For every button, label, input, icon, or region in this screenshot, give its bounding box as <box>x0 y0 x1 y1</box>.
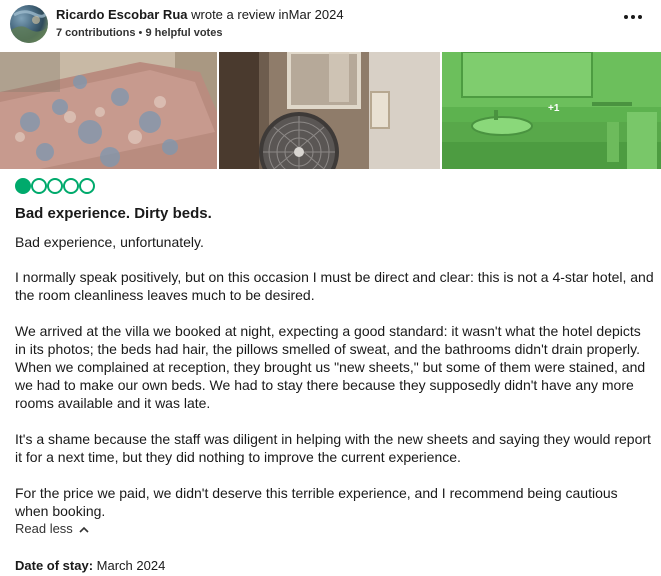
review-paragraph-4: It's a shame because the staff was dilig… <box>15 431 651 465</box>
helpful-votes-count: 9 helpful votes <box>145 27 223 39</box>
review-title: Bad experience. Dirty beds. <box>15 205 212 222</box>
rating-bubble-empty <box>63 178 79 194</box>
read-less-label: Read less <box>15 521 73 536</box>
review-paragraph-5: For the price we paid, we didn't deserve… <box>15 485 618 519</box>
date-of-stay-label: Date of stay: <box>15 558 94 573</box>
more-options-button[interactable] <box>622 8 644 26</box>
photo-fan[interactable] <box>219 52 440 169</box>
rating-bubble-empty <box>31 178 47 194</box>
stats-separator: • <box>138 27 143 39</box>
wrote-review-text: wrote a review in <box>191 7 289 22</box>
ellipsis-icon <box>624 15 628 19</box>
more-photos-count: +1 <box>548 103 560 114</box>
date-of-stay: Date of stay: March 2024 <box>15 558 165 573</box>
date-of-stay-value: March 2024 <box>96 558 166 573</box>
ellipsis-dot <box>638 15 642 19</box>
rating-bubble-empty <box>79 178 95 194</box>
ellipsis-dot <box>631 15 635 19</box>
review-date: Mar 2024 <box>288 7 344 22</box>
author-name[interactable]: Ricardo Escobar Rua <box>56 7 188 22</box>
chevron-up-icon <box>79 526 90 533</box>
author-line: Ricardo Escobar Rua wrote a review inMar… <box>56 7 344 22</box>
rating-bubble-empty <box>47 178 63 194</box>
photo-bed[interactable] <box>0 52 217 169</box>
avatar[interactable] <box>10 5 48 43</box>
review-header: Ricardo Escobar Rua wrote a review inMar… <box>0 0 661 52</box>
photo-bathroom[interactable]: +1 <box>442 52 661 169</box>
review-paragraph-1: Bad experience, unfortunately. <box>15 234 204 250</box>
rating-bubble-filled <box>15 178 31 194</box>
review-paragraph-3: We arrived at the villa we booked at nig… <box>15 323 646 411</box>
photo-strip: +1 <box>0 52 661 169</box>
author-stats: 7 contributions • 9 helpful votes <box>56 27 222 39</box>
read-less-button[interactable]: Read less <box>15 521 90 536</box>
contributions-count: 7 contributions <box>56 27 136 39</box>
review-paragraph-2: I normally speak positively, but on this… <box>15 269 654 303</box>
